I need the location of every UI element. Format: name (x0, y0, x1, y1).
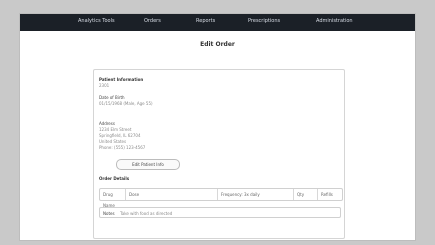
address-line: United States (99, 139, 127, 144)
nav-item-reports[interactable]: Reports (196, 18, 215, 24)
qty-field[interactable]: Qty (294, 189, 318, 200)
dose-field[interactable]: Dose (126, 189, 218, 200)
address-line: Springfield, IL 62704 (99, 133, 141, 138)
notes-label: Notes (103, 211, 115, 216)
section-patient-title: Patient Information (99, 77, 144, 82)
page-title: Edit Order (200, 41, 235, 48)
address-line: Phone: (555) 123-4567 (99, 145, 146, 150)
nav-item-analytics[interactable]: Analytics Tools (78, 18, 115, 24)
patient-id: 2301 (99, 83, 110, 88)
notes-value: Take with food as directed (120, 211, 173, 216)
order-card: Patient Information 2301 Date of Birth 0… (93, 69, 345, 239)
address-label: Address (99, 121, 115, 126)
address-line: 1234 Elm Street (99, 127, 132, 132)
refills-field[interactable]: Refills (318, 189, 342, 200)
nav-item-administration[interactable]: Administration (316, 18, 353, 24)
nav-item-orders[interactable]: Orders (144, 18, 161, 24)
dob-label: Date of Birth (99, 95, 125, 100)
edit-patient-button[interactable]: Edit Patient Info (116, 159, 180, 170)
drug-name-field[interactable]: Drug Name (100, 189, 126, 208)
app-window: Analytics Tools Orders Reports Prescript… (20, 14, 415, 240)
order-fields-row: Drug Name Dose Frequency: 3x daily Qty R… (99, 188, 343, 208)
top-navbar: Analytics Tools Orders Reports Prescript… (20, 14, 415, 31)
section-order-title: Order Details (99, 176, 130, 181)
dob-value: 01/15/1968 (Male, Age 55) (99, 101, 153, 106)
frequency-field[interactable]: Frequency: 3x daily (218, 189, 294, 200)
nav-item-prescriptions[interactable]: Prescriptions (248, 18, 280, 24)
notes-field[interactable]: Notes Take with food as directed (99, 207, 341, 218)
